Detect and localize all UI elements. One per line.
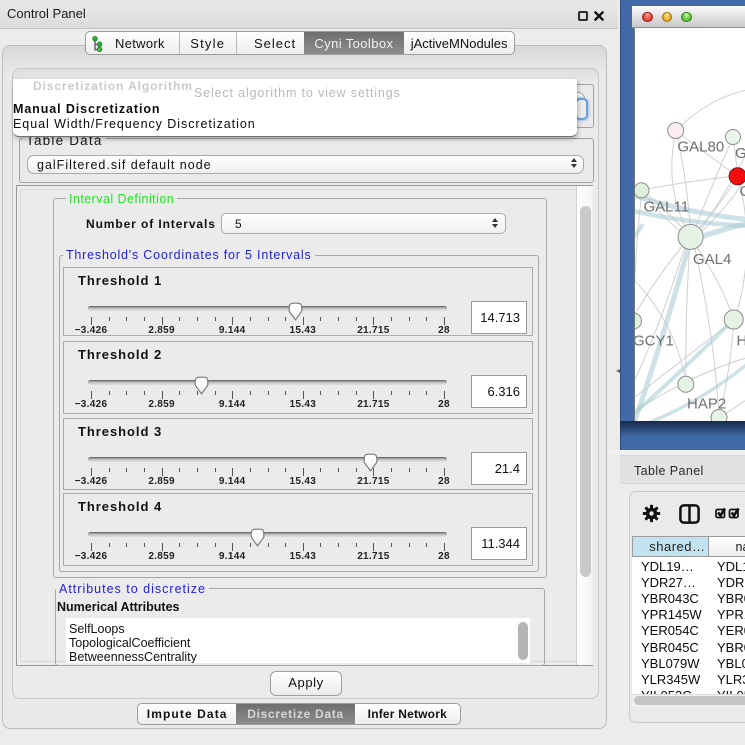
svg-text:GAL80: GAL80 <box>678 139 725 156</box>
svg-text:GA: GA <box>735 145 745 162</box>
svg-text:CD: CD <box>740 183 745 200</box>
svg-text:GCY1: GCY1 <box>635 333 674 350</box>
svg-text:GAL11: GAL11 <box>644 199 690 216</box>
svg-text:GAL4: GAL4 <box>693 251 731 268</box>
svg-text:HAP2: HAP2 <box>687 396 726 413</box>
svg-text:HI: HI <box>737 333 745 350</box>
